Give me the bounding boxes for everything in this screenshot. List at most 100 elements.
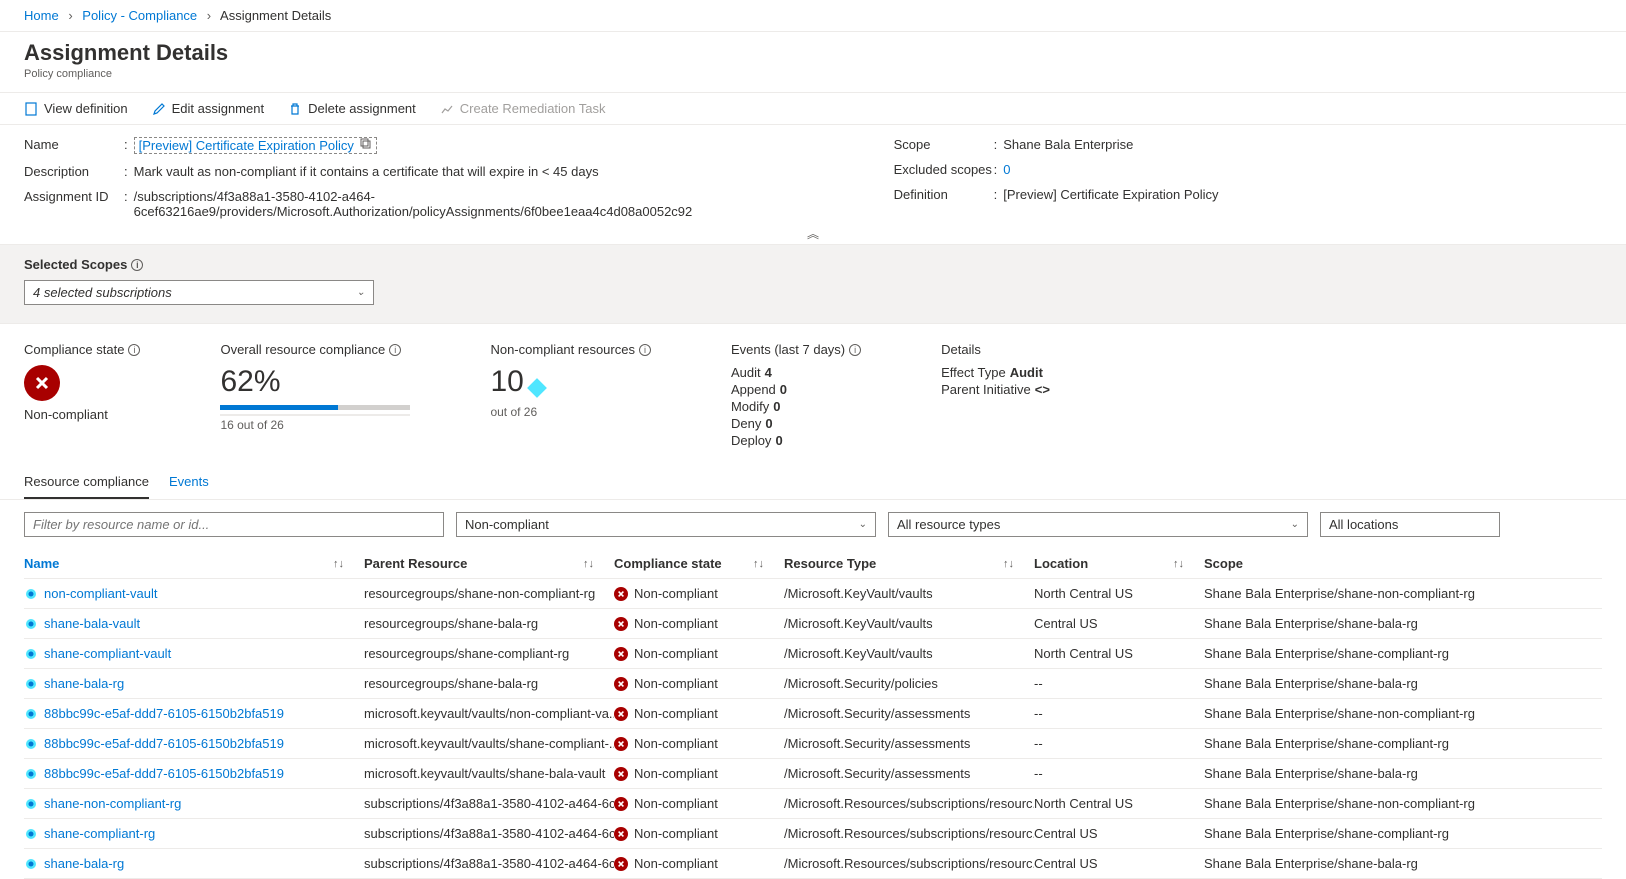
th-state[interactable]: Compliance state ↑↓ bbox=[614, 552, 784, 575]
filter-input[interactable] bbox=[24, 512, 444, 537]
properties-panel: Name : [Preview] Certificate Expiration … bbox=[0, 125, 1626, 223]
tab-events[interactable]: Events bbox=[169, 466, 209, 499]
table-row[interactable]: shane-bala-vaultresourcegroups/shane-bal… bbox=[24, 609, 1602, 639]
th-location-label: Location bbox=[1034, 556, 1088, 571]
breadcrumb-home[interactable]: Home bbox=[24, 8, 59, 23]
table-header-row: Name↑↓ Parent Resource↑↓ Compliance stat… bbox=[24, 549, 1602, 579]
resource-link[interactable]: shane-bala-rg bbox=[44, 676, 124, 691]
resource-icon bbox=[24, 857, 38, 871]
cell-scope: Shane Bala Enterprise/shane-non-complian… bbox=[1204, 582, 1602, 605]
location-filter-value: All locations bbox=[1329, 517, 1398, 532]
collapse-handle[interactable]: ︽ bbox=[0, 223, 1626, 244]
resource-link[interactable]: 88bbc99c-e5af-ddd7-6105-6150b2bfa519 bbox=[44, 736, 284, 751]
table-row[interactable]: shane-compliant-vaultresourcegroups/shan… bbox=[24, 639, 1602, 669]
resource-icon bbox=[24, 617, 38, 631]
breadcrumb-policy[interactable]: Policy - Compliance bbox=[82, 8, 197, 23]
th-scope: Scope bbox=[1204, 552, 1602, 575]
resource-link[interactable]: shane-bala-rg bbox=[44, 856, 124, 871]
chevron-down-icon: ⌄ bbox=[357, 287, 365, 298]
trash-icon bbox=[288, 102, 302, 116]
info-icon[interactable]: i bbox=[849, 344, 861, 356]
sort-icon: ↑↓ bbox=[1173, 558, 1196, 570]
cell-location: Central US bbox=[1034, 852, 1204, 875]
delete-assignment-button[interactable]: Delete assignment bbox=[288, 101, 416, 116]
state-text: Non-compliant bbox=[634, 736, 718, 751]
non-compliant-icon bbox=[614, 737, 628, 751]
table-row[interactable]: 88bbc99c-e5af-ddd7-6105-6150b2bfa519micr… bbox=[24, 759, 1602, 789]
overall-compliance-pct: 62% bbox=[220, 365, 410, 399]
info-icon[interactable]: i bbox=[131, 259, 143, 271]
prop-excluded-value[interactable]: 0 bbox=[1003, 162, 1010, 177]
copy-icon[interactable] bbox=[360, 138, 372, 153]
details-block: Details Effect TypeAuditParent Initiativ… bbox=[941, 342, 1050, 450]
non-compliant-icon bbox=[614, 587, 628, 601]
table-row[interactable]: 88bbc99c-e5af-ddd7-6105-6150b2bfa519micr… bbox=[24, 699, 1602, 729]
cell-state: Non-compliant bbox=[614, 582, 784, 605]
cell-location: Central US bbox=[1034, 822, 1204, 845]
prop-id-label: Assignment ID bbox=[24, 189, 124, 219]
progress-bar bbox=[220, 405, 410, 410]
th-location[interactable]: Location ↑↓ bbox=[1034, 552, 1204, 575]
cube-icon bbox=[527, 378, 547, 398]
non-compliant-icon bbox=[24, 365, 60, 401]
compliance-state-value: Non-compliant bbox=[24, 407, 140, 422]
table-row[interactable]: 88bbc99c-e5af-ddd7-6105-6150b2bfa519micr… bbox=[24, 729, 1602, 759]
state-text: Non-compliant bbox=[634, 856, 718, 871]
info-icon[interactable]: i bbox=[389, 344, 401, 356]
cell-name: shane-non-compliant-rg bbox=[24, 792, 364, 815]
selected-scopes-panel: Selected Scopes i 4 selected subscriptio… bbox=[0, 244, 1626, 324]
resource-type-filter-dropdown[interactable]: All resource types⌄ bbox=[888, 512, 1308, 537]
resource-icon bbox=[24, 707, 38, 721]
resource-link[interactable]: shane-non-compliant-rg bbox=[44, 796, 181, 811]
cell-state: Non-compliant bbox=[614, 642, 784, 665]
resource-link[interactable]: shane-compliant-vault bbox=[44, 646, 171, 661]
table-row[interactable]: shane-bala-rgresourcegroups/shane-bala-r… bbox=[24, 669, 1602, 699]
compliance-filter-dropdown[interactable]: Non-compliant⌄ bbox=[456, 512, 876, 537]
cell-type: /Microsoft.Resources/subscriptions/resou… bbox=[784, 822, 1034, 845]
non-compliant-value: 10 bbox=[490, 365, 523, 398]
non-compliant-detail: out of 26 bbox=[490, 405, 651, 419]
info-icon[interactable]: i bbox=[128, 344, 140, 356]
location-filter-dropdown[interactable]: All locations bbox=[1320, 512, 1500, 537]
table-row[interactable]: shane-non-compliant-rgsubscriptions/4f3a… bbox=[24, 789, 1602, 819]
prop-excluded-label: Excluded scopes bbox=[894, 162, 994, 177]
cell-type: /Microsoft.Security/policies bbox=[784, 672, 1034, 695]
resource-link[interactable]: 88bbc99c-e5af-ddd7-6105-6150b2bfa519 bbox=[44, 766, 284, 781]
resource-link[interactable]: non-compliant-vault bbox=[44, 586, 157, 601]
tab-resource-compliance[interactable]: Resource compliance bbox=[24, 466, 149, 499]
th-name[interactable]: Name↑↓ bbox=[24, 552, 364, 575]
resource-link[interactable]: shane-compliant-rg bbox=[44, 826, 155, 841]
table-row[interactable]: shane-bala-rgsubscriptions/4f3a88a1-3580… bbox=[24, 849, 1602, 879]
cell-location: -- bbox=[1034, 702, 1204, 725]
selected-scopes-dropdown[interactable]: 4 selected subscriptions ⌄ bbox=[24, 280, 374, 305]
cell-type: /Microsoft.Security/assessments bbox=[784, 732, 1034, 755]
table-row[interactable]: shane-compliant-rg subscriptions/4f3a88a1… bbox=[24, 819, 1602, 849]
chevron-right-icon: › bbox=[68, 8, 72, 23]
th-type-label: Resource Type bbox=[784, 556, 876, 571]
th-parent[interactable]: Parent Resource↑↓ bbox=[364, 552, 614, 575]
pencil-icon bbox=[152, 102, 166, 116]
event-value: 0 bbox=[773, 399, 780, 414]
sort-icon: ↑↓ bbox=[753, 558, 776, 570]
edit-assignment-button[interactable]: Edit assignment bbox=[152, 101, 265, 116]
filters-row: Non-compliant⌄ All resource types⌄ All l… bbox=[0, 500, 1626, 549]
info-icon[interactable]: i bbox=[639, 344, 651, 356]
cell-type: /Microsoft.KeyVault/vaults bbox=[784, 612, 1034, 635]
chevron-down-icon: ⌄ bbox=[1291, 519, 1299, 530]
resource-link[interactable]: shane-bala-vault bbox=[44, 616, 140, 631]
table-row[interactable]: non-compliant-vaultresourcegroups/shane-… bbox=[24, 579, 1602, 609]
non-compliant-icon bbox=[614, 857, 628, 871]
th-name-label: Name bbox=[24, 556, 59, 571]
prop-name-text: [Preview] Certificate Expiration Policy bbox=[139, 138, 354, 153]
th-type[interactable]: Resource Type↑↓ bbox=[784, 552, 1034, 575]
non-compliant-icon bbox=[614, 827, 628, 841]
cell-name: non-compliant-vault bbox=[24, 582, 364, 605]
th-state-label: Compliance state bbox=[614, 556, 722, 571]
cell-type: /Microsoft.KeyVault/vaults bbox=[784, 642, 1034, 665]
prop-name-value[interactable]: [Preview] Certificate Expiration Policy bbox=[134, 137, 377, 154]
cell-parent: subscriptions/4f3a88a1-3580-4102-a464-6c… bbox=[364, 822, 614, 845]
resource-link[interactable]: 88bbc99c-e5af-ddd7-6105-6150b2bfa519 bbox=[44, 706, 284, 721]
detail-value: Audit bbox=[1010, 365, 1043, 380]
prop-name-label: Name bbox=[24, 137, 124, 154]
view-definition-button[interactable]: View definition bbox=[24, 101, 128, 116]
